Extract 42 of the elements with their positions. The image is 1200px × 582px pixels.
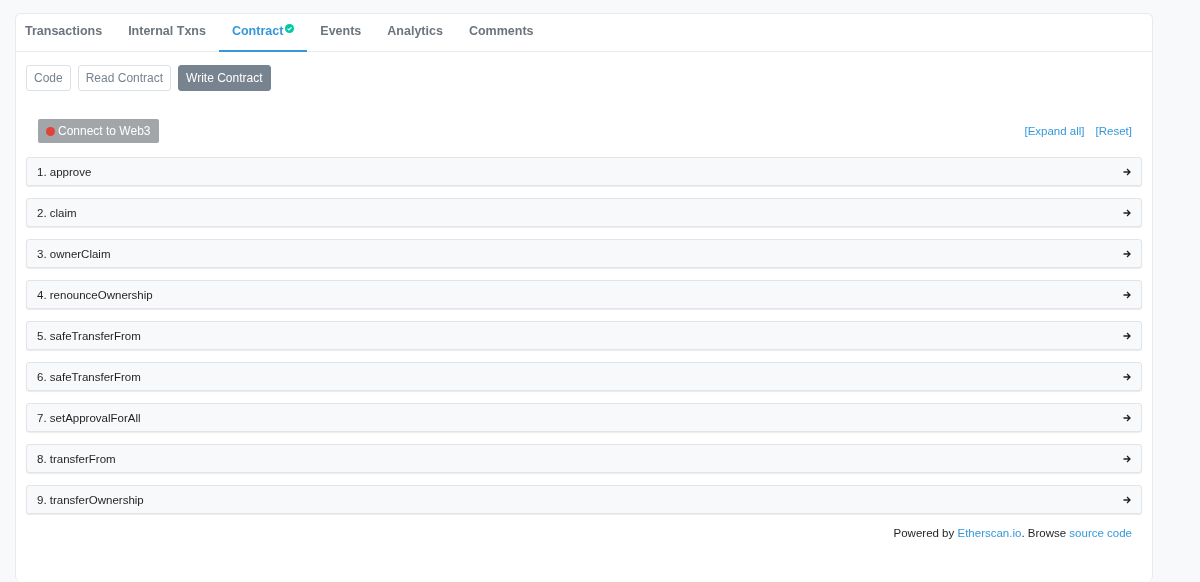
- function-name: 1. approve: [37, 165, 92, 178]
- tab[interactable]: Events: [307, 14, 375, 52]
- function-row[interactable]: 6. safeTransferFrom: [26, 362, 1142, 391]
- arrow-right-icon: [1123, 372, 1131, 381]
- connect-button[interactable]: Connect to Web3: [38, 119, 159, 143]
- function-row[interactable]: 8. transferFrom: [26, 444, 1142, 473]
- tab[interactable]: Transactions: [16, 14, 116, 52]
- function-name: 8. transferFrom: [37, 452, 116, 465]
- function-row[interactable]: 1. approve: [26, 157, 1142, 186]
- tab[interactable]: Internal Txns: [115, 14, 219, 52]
- tab[interactable]: Analytics: [374, 14, 456, 52]
- powered-by-text: Powered by Etherscan.io. Browse source code: [892, 527, 1132, 539]
- function-row[interactable]: 4. renounceOwnership: [26, 280, 1142, 309]
- arrow-right-icon: [1123, 290, 1131, 299]
- tab[interactable]: Comments: [455, 14, 547, 52]
- source-code-link[interactable]: source code: [1069, 527, 1132, 539]
- arrow-right-icon: [1123, 167, 1131, 176]
- arrow-right-icon: [1123, 454, 1131, 463]
- arrow-right-icon: [1123, 249, 1131, 258]
- function-row[interactable]: 9. transferOwnership: [26, 485, 1142, 514]
- function-row[interactable]: 2. claim: [26, 198, 1142, 227]
- function-name: 2. claim: [37, 206, 77, 219]
- function-row[interactable]: 7. setApprovalForAll: [26, 403, 1142, 432]
- link[interactable]: [Reset]: [1095, 125, 1132, 137]
- arrow-right-icon: [1123, 413, 1131, 422]
- arrow-right-icon: [1123, 331, 1131, 340]
- view-button[interactable]: Code: [26, 65, 71, 91]
- function-name: 6. safeTransferFrom: [37, 370, 141, 383]
- function-name: 3. ownerClaim: [37, 247, 111, 260]
- view-button[interactable]: Write Contract: [178, 65, 271, 91]
- function-name: 7. setApprovalForAll: [37, 411, 141, 424]
- tab[interactable]: Contract: [218, 14, 308, 52]
- function-name: 5. safeTransferFrom: [37, 329, 141, 342]
- arrow-right-icon: [1123, 495, 1131, 504]
- function-name: 4. renounceOwnership: [37, 288, 153, 301]
- view-button[interactable]: Read Contract: [77, 65, 172, 91]
- arrow-right-icon: [1123, 208, 1131, 217]
- function-name: 9. transferOwnership: [37, 493, 144, 506]
- function-row[interactable]: 5. safeTransferFrom: [26, 321, 1142, 350]
- check-circle-icon: [285, 24, 295, 33]
- link[interactable]: [Expand all]: [1024, 125, 1085, 137]
- function-row[interactable]: 3. ownerClaim: [26, 239, 1142, 268]
